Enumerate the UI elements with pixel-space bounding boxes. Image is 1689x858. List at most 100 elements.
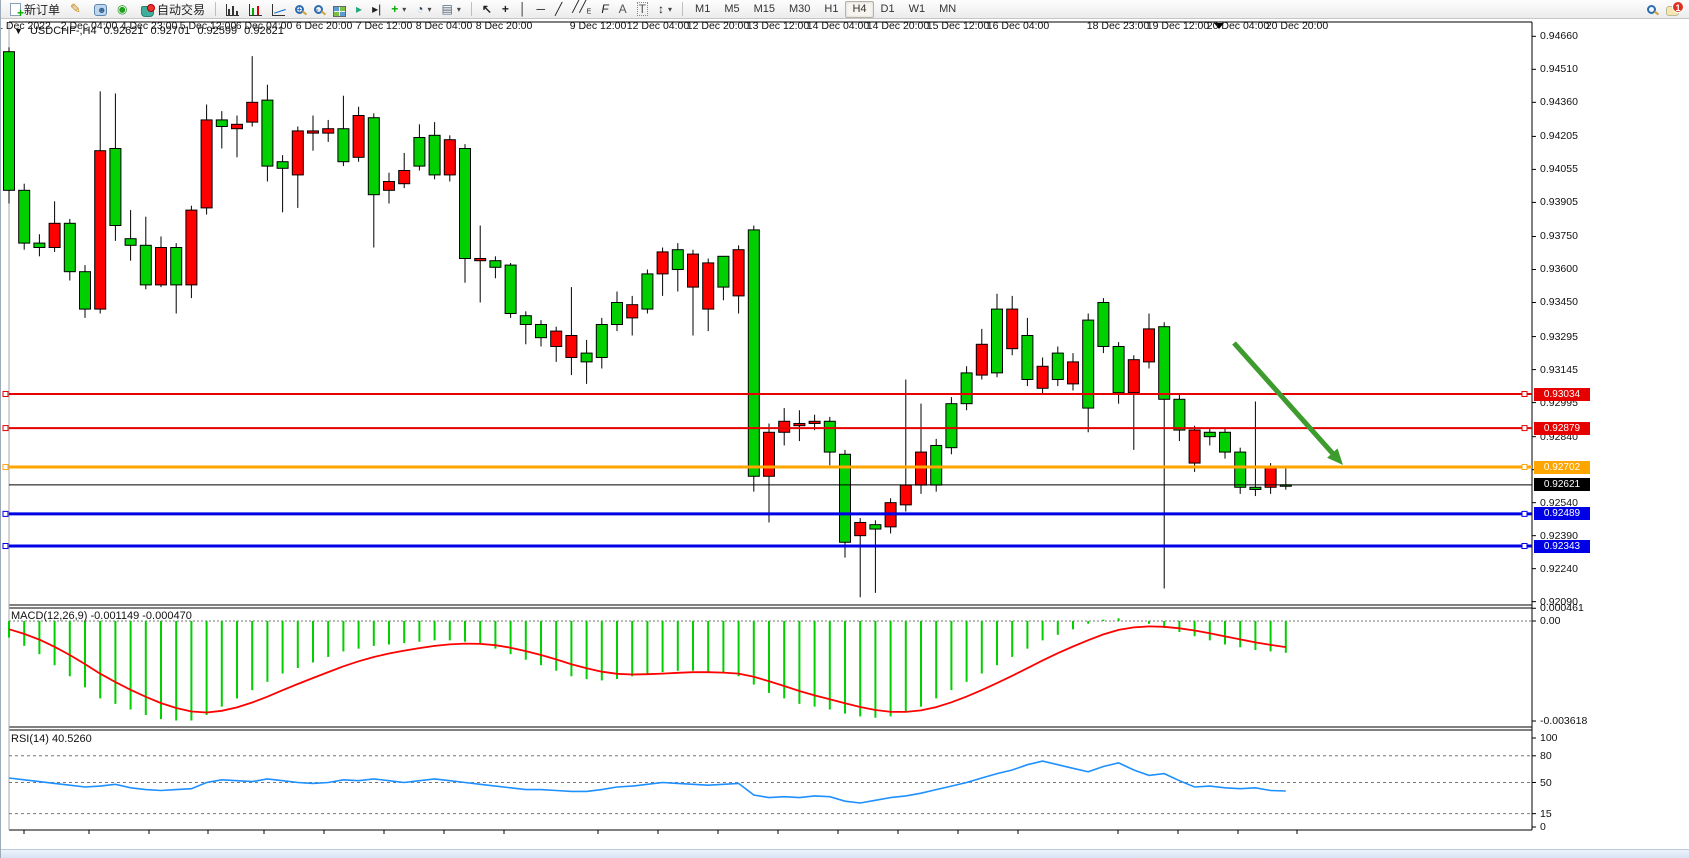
label-button[interactable]: T [632, 1, 653, 18]
crosshair-icon: + [502, 3, 509, 15]
candle-body [536, 324, 547, 337]
candle-body [1068, 362, 1079, 384]
notifications-button[interactable]: 1 [1661, 1, 1684, 18]
vertical-line-button[interactable]: │ [514, 1, 532, 18]
candlestick-chart-button[interactable] [244, 1, 267, 18]
channel-button[interactable]: ╱╱E [567, 1, 596, 18]
candle-body [1220, 432, 1231, 452]
time-axis-label: 7 Dec 12:00 [356, 20, 413, 32]
candle-body [931, 445, 942, 485]
line-handle[interactable] [3, 426, 8, 431]
crosshair-button[interactable]: + [497, 1, 514, 18]
line-handle[interactable] [3, 392, 8, 397]
price-axis-tick: 0.92240 [1540, 563, 1578, 575]
fibonacci-button[interactable]: F [596, 1, 613, 18]
price-axis-tick: 0.93600 [1540, 263, 1578, 275]
ohlc-high: 0.92701 [151, 25, 191, 37]
text-icon: A [619, 3, 627, 15]
timeframe-button-M1[interactable]: M1 [688, 1, 717, 18]
rsi-value: 40.5260 [52, 733, 92, 745]
auto-scroll-button[interactable]: ▸ [351, 1, 367, 18]
indicators-button[interactable]: +▾ [386, 1, 411, 18]
candle-body [277, 162, 288, 169]
candle-body [490, 261, 501, 268]
toolbar-timeframe-group: M1M5M15M30H1H4D1W1MN [688, 0, 963, 18]
new-order-button[interactable]: 新订单 [5, 1, 65, 18]
candle-body [657, 252, 668, 274]
candle-body [262, 100, 273, 166]
bar-chart-button[interactable] [221, 1, 244, 18]
hline-price-label: 0.92879 [1534, 422, 1590, 435]
line-handle[interactable] [3, 544, 8, 549]
dropdown-caret-icon: ▾ [427, 5, 431, 14]
candle-body [794, 423, 805, 425]
brush-icon [70, 2, 84, 16]
search-button[interactable] [1642, 1, 1661, 18]
tile-windows-button[interactable] [328, 1, 351, 18]
candle-body [64, 223, 75, 271]
experts-button[interactable] [89, 1, 112, 18]
timeframe-button-M5[interactable]: M5 [717, 1, 746, 18]
autotrade-button[interactable]: 自动交易 [136, 1, 210, 18]
trendline-icon: ╱ [555, 3, 562, 15]
label-icon: T [637, 2, 648, 16]
timeframe-button-MN[interactable]: MN [932, 1, 963, 18]
candle-body [1174, 399, 1185, 430]
line-handle[interactable] [3, 465, 8, 470]
cursor-button[interactable]: ↖ [477, 1, 497, 18]
styler-button[interactable] [65, 1, 89, 18]
macd-axis-tick: 0.00 [1540, 615, 1560, 627]
line-handle[interactable] [3, 511, 8, 516]
candle-body [505, 265, 516, 313]
candle-body [764, 432, 775, 476]
rsi-name: RSI(14) [11, 733, 49, 745]
candle-body [1250, 487, 1261, 489]
candle-body [384, 182, 395, 191]
trendline-button[interactable]: ╱ [550, 1, 567, 18]
timeframe-button-H4[interactable]: H4 [845, 1, 873, 18]
line-handle[interactable] [1522, 465, 1527, 470]
price-axis-tick: 0.93450 [1540, 296, 1578, 308]
chart-shift-button[interactable]: ▸| [367, 1, 386, 18]
candle-body [1052, 353, 1063, 379]
price-chart-canvas[interactable] [1, 20, 1689, 858]
candle-body [353, 116, 364, 158]
candle-body [1189, 430, 1200, 463]
zoom-out-button[interactable]: - [309, 1, 328, 18]
symbol-dropdown-icon[interactable]: ▼ [14, 26, 23, 36]
signals-button[interactable] [112, 1, 136, 18]
zoom-in-button[interactable]: + [290, 1, 309, 18]
macd-name: MACD(12,26,9) [11, 610, 87, 622]
mt4-terminal-window: 新订单自动交易 +-▸▸|+▾◔▾▤▾ ↖+│─╱╱╱EFAT↕▾ M1M5M1… [0, 0, 1689, 858]
timeframe-button-M30[interactable]: M30 [782, 1, 817, 18]
candle-body [612, 302, 623, 324]
line-chart-button[interactable] [267, 1, 290, 18]
chart-area[interactable]: ▼ USDCHF-,H4 0.92621 0.92701 0.92599 0.9… [1, 20, 1689, 848]
time-axis-label: 14 Dec 20:00 [867, 20, 929, 32]
arrows-button[interactable]: ↕▾ [653, 1, 677, 18]
timeframe-button-M15[interactable]: M15 [747, 1, 782, 18]
periods-button[interactable]: ◔▾ [411, 1, 436, 18]
window-bottom-edge [1, 849, 1689, 858]
templates-button[interactable]: ▤▾ [437, 1, 466, 18]
candle-body [201, 120, 212, 208]
time-axis-label: 16 Dec 04:00 [987, 20, 1049, 32]
timeframe-button-H1[interactable]: H1 [817, 1, 845, 18]
line-handle[interactable] [1522, 392, 1527, 397]
line-handle[interactable] [1522, 426, 1527, 431]
candle-body [1159, 327, 1170, 400]
line-handle[interactable] [1522, 511, 1527, 516]
toolbar: 新订单自动交易 +-▸▸|+▾◔▾▤▾ ↖+│─╱╱╱EFAT↕▾ M1M5M1… [1, 0, 1689, 19]
annotation-arrow[interactable] [1234, 343, 1336, 458]
candle-body [292, 131, 303, 175]
line-handle[interactable] [1522, 544, 1527, 549]
candle-body [703, 263, 714, 309]
candle-body [642, 274, 653, 309]
timeframe-button-W1[interactable]: W1 [902, 1, 933, 18]
time-axis-label: 15 Dec 12:00 [927, 20, 989, 32]
timeframe-button-D1[interactable]: D1 [874, 1, 902, 18]
horizontal-line-button[interactable]: ─ [531, 1, 550, 18]
text-button[interactable]: A [614, 1, 632, 18]
macd-indicator-label: MACD(12,26,9) -0.001149 -0.000470 [11, 610, 192, 622]
hline-price-label: 0.92702 [1534, 461, 1590, 474]
